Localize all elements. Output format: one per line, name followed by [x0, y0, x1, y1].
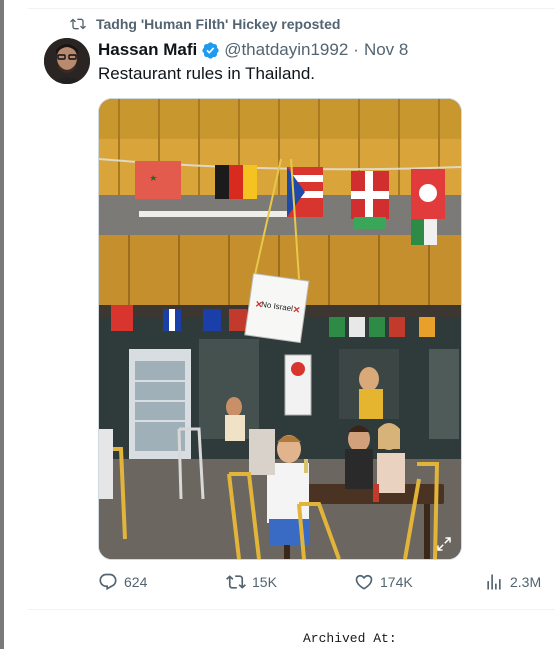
avatar[interactable] [44, 38, 90, 84]
tweet-actions: 624 15K 174K 2.3M [98, 572, 548, 594]
tweet-text: Restaurant rules in Thailand. [98, 64, 316, 83]
heart-icon [355, 574, 373, 590]
repost-count: 15K [252, 574, 277, 590]
repost-icon [70, 18, 86, 30]
restaurant-photo: No Israel ✕ ✕ [99, 99, 461, 559]
tweet-photo[interactable]: No Israel ✕ ✕ [98, 98, 462, 560]
reply-icon [99, 573, 117, 591]
repost-icon [226, 575, 246, 589]
separator-dot: · [353, 40, 359, 59]
views-count: 2.3M [510, 574, 542, 590]
author-handle[interactable]: @thatdayin1992 [224, 40, 348, 60]
expand-icon[interactable] [435, 535, 453, 553]
views-icon [487, 574, 501, 590]
reply-count: 624 [124, 574, 148, 590]
verified-badge-icon [202, 41, 219, 59]
archived-label: Archived At: [303, 631, 397, 646]
repost-header[interactable]: Tadhg 'Human Filth' Hickey reposted [42, 14, 340, 34]
svg-text:✕: ✕ [255, 299, 264, 310]
reply-button[interactable]: 624 [98, 572, 147, 592]
svg-text:✕: ✕ [292, 304, 301, 315]
views-button[interactable]: 2.3M [484, 572, 541, 592]
like-count: 174K [380, 574, 413, 590]
repost-button[interactable]: 15K [226, 572, 277, 592]
left-border [0, 0, 4, 649]
like-button[interactable]: 174K [354, 572, 413, 592]
tweet-header: Hassan Mafi @thatdayin1992 · Nov 8 [98, 38, 408, 62]
tweet-date[interactable]: Nov 8 [364, 40, 408, 60]
author-name[interactable]: Hassan Mafi [98, 40, 197, 60]
repost-text: Tadhg 'Human Filth' Hickey reposted [96, 16, 341, 32]
